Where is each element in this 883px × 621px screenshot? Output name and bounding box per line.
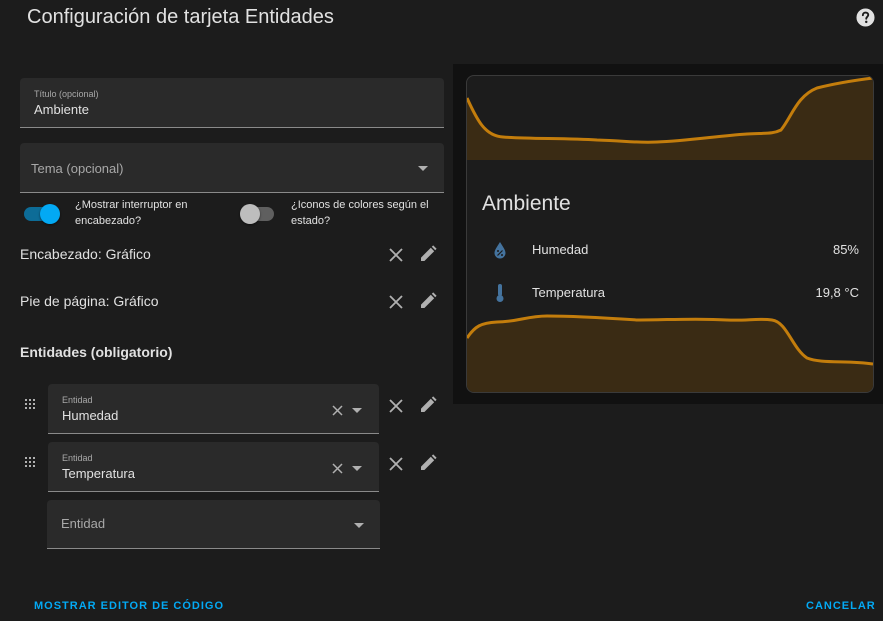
entity-edit-pencil-icon[interactable] — [419, 396, 437, 414]
header-remove-close-icon[interactable] — [387, 246, 405, 264]
drag-handle-icon[interactable] — [24, 456, 36, 470]
entity-picker-label: Entidad — [62, 453, 93, 463]
drag-handle-icon[interactable] — [24, 398, 36, 412]
theme-select[interactable]: Tema (opcional) — [20, 143, 444, 193]
header-graph — [467, 76, 873, 160]
footer-row-label: Pie de página: Gráfico — [20, 293, 159, 309]
new-entity-placeholder: Entidad — [61, 516, 106, 531]
cancel-button[interactable]: CANCELAR — [806, 600, 876, 612]
clear-close-icon[interactable] — [332, 463, 343, 474]
entities-section-title: Entidades (obligatorio) — [20, 344, 173, 360]
entity-picker-value: Temperatura — [62, 466, 135, 481]
preview-card-title: Ambiente — [482, 192, 571, 215]
dialog-title: Configuración de tarjeta Entidades — [27, 6, 334, 28]
clear-close-icon[interactable] — [332, 405, 343, 416]
entity-picker-label: Entidad — [62, 395, 93, 405]
toggle-thumb — [240, 204, 260, 224]
chevron-down-icon[interactable] — [352, 408, 362, 413]
chevron-down-icon[interactable] — [352, 466, 362, 471]
new-entity-picker[interactable]: Entidad — [47, 500, 380, 549]
show-code-editor-button[interactable]: MOSTRAR EDITOR DE CÓDIGO — [34, 600, 224, 612]
footer-edit-pencil-icon[interactable] — [419, 292, 437, 310]
title-field-value: Ambiente — [34, 102, 89, 117]
header-toggle-switch[interactable] — [24, 204, 60, 224]
chevron-down-icon[interactable] — [354, 523, 364, 528]
chevron-down-icon — [418, 166, 428, 171]
preview-entity-state: 85% — [832, 242, 859, 257]
theme-select-placeholder: Tema (opcional) — [31, 161, 124, 176]
header-toggle-label: ¿Mostrar interruptor en encabezado? — [75, 199, 188, 227]
entity-picker-value: Humedad — [62, 408, 119, 423]
preview-entities-card: Ambiente Humedad 85% Temperatura 19,8 °C — [466, 75, 874, 393]
header-row-label: Encabezado: Gráfico — [20, 246, 151, 262]
preview-entity-state: 19,8 °C — [815, 285, 859, 300]
entity-remove-close-icon[interactable] — [387, 455, 405, 473]
help-circle-icon[interactable] — [856, 8, 875, 27]
footer-graph — [467, 314, 873, 392]
water-percent-icon — [494, 242, 506, 259]
header-edit-pencil-icon[interactable] — [419, 245, 437, 263]
toggle-thumb — [40, 204, 60, 224]
entity-picker-temperatura[interactable]: Entidad Temperatura — [48, 442, 379, 492]
entity-remove-close-icon[interactable] — [387, 397, 405, 415]
thermometer-icon — [496, 284, 504, 302]
footer-remove-close-icon[interactable] — [387, 293, 405, 311]
title-field-label: Título (opcional) — [34, 89, 99, 99]
state-color-toggle-label: ¿Iconos de colores según el estado? — [291, 199, 429, 227]
preview-entity-name: Humedad — [532, 242, 589, 257]
preview-entity-name: Temperatura — [532, 285, 605, 300]
state-color-toggle-switch[interactable] — [240, 204, 274, 224]
entity-edit-pencil-icon[interactable] — [419, 454, 437, 472]
title-field[interactable]: Título (opcional) Ambiente — [20, 78, 444, 128]
entity-picker-humedad[interactable]: Entidad Humedad — [48, 384, 379, 434]
